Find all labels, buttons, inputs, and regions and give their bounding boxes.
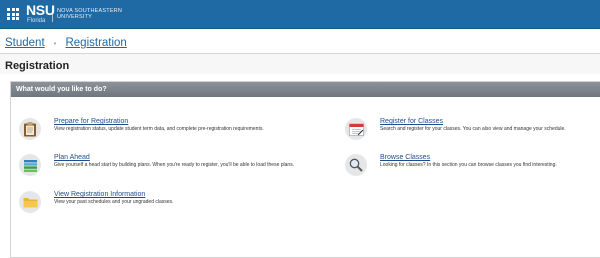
nsu-logo[interactable]: NSU Florida NOVA SOUTHEASTERN UNIVERSITY xyxy=(26,2,122,24)
panel-body: Prepare for Registration View registrati… xyxy=(11,97,600,257)
logo-main-text: NSU xyxy=(26,2,55,18)
action-description: View registration status, update student… xyxy=(54,126,264,132)
action-title[interactable]: Register for Classes xyxy=(380,118,443,125)
main-content: What would you like to do? Prepare for R… xyxy=(0,74,600,258)
actions-panel: What would you like to do? Prepare for R… xyxy=(10,81,600,258)
university-name: NOVA SOUTHEASTERN UNIVERSITY xyxy=(57,8,122,21)
action-description: Looking for classes? In this section you… xyxy=(380,162,557,168)
page-title: Registration xyxy=(5,60,70,72)
folder-icon xyxy=(19,191,41,213)
clipboard-icon xyxy=(19,118,41,140)
action-title[interactable]: View Registration Information xyxy=(54,191,145,198)
breadcrumb: Student • Registration xyxy=(0,29,600,53)
calendar-icon xyxy=(345,118,367,140)
plan-list-icon xyxy=(19,154,41,176)
magnifier-icon xyxy=(345,154,367,176)
top-header-bar: NSU Florida NOVA SOUTHEASTERN UNIVERSITY xyxy=(0,0,600,29)
breadcrumb-student-link[interactable]: Student xyxy=(5,37,45,49)
action-description: Search and register for your classes. Yo… xyxy=(380,126,566,132)
breadcrumb-registration-link[interactable]: Registration xyxy=(65,37,126,49)
breadcrumb-separator: • xyxy=(53,38,57,48)
action-title[interactable]: Plan Ahead xyxy=(54,154,90,161)
action-title[interactable]: Browse Classes xyxy=(380,154,430,161)
action-title[interactable]: Prepare for Registration xyxy=(54,118,128,125)
app-menu-grid-icon[interactable] xyxy=(7,8,19,20)
action-description: View your past schedules and your ungrad… xyxy=(54,199,174,205)
panel-heading: What would you like to do? xyxy=(11,82,600,97)
university-name-line2: UNIVERSITY xyxy=(57,14,93,20)
action-description: Give yourself a head start by building p… xyxy=(54,162,295,168)
logo-sub-text: Florida xyxy=(27,18,46,24)
